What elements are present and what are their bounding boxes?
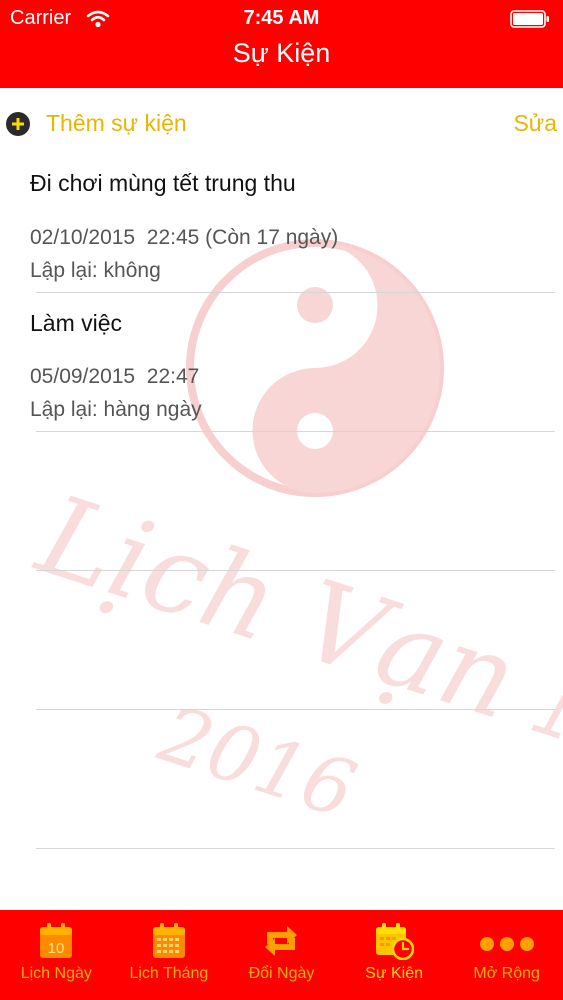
divider <box>36 848 555 849</box>
event-datetime: 02/10/2015 22:45 (Còn 17 ngày) <box>30 226 339 249</box>
calendar-day-number: 10 <box>48 940 65 957</box>
divider <box>36 570 555 571</box>
divider <box>36 709 555 710</box>
tab-label: Đổi Ngày <box>248 965 315 982</box>
add-event-button[interactable]: Thêm sự kiện <box>46 110 187 137</box>
event-datetime: 05/09/2015 22:47 <box>30 365 200 388</box>
tab-label: Mở Rộng <box>473 965 540 982</box>
more-dots-icon <box>479 937 534 951</box>
tab-label: Lịch Ngày <box>20 965 92 982</box>
event-repeat: Lập lại: không <box>30 259 161 282</box>
event-repeat: Lập lại: hàng ngày <box>30 398 202 421</box>
tab-doi-ngay[interactable]: Đổi Ngày <box>225 910 338 1000</box>
calendar-month-icon <box>152 923 185 958</box>
calendar-clock-icon <box>376 923 415 960</box>
top-bar: Carrier 7:45 AM Sự Kiện <box>0 0 563 88</box>
add-event-icon[interactable] <box>6 112 30 136</box>
status-time: 7:45 AM <box>243 7 320 29</box>
event-title: Đi chơi mùng tết trung thu <box>30 170 296 196</box>
tab-label: Sự Kiện <box>365 965 423 982</box>
tab-su-kien[interactable]: Sự Kiện <box>338 910 451 1000</box>
list-item[interactable]: Làm việc 05/09/2015 22:47 Lập lại: hàng … <box>0 299 563 431</box>
event-title: Làm việc <box>30 310 123 336</box>
tab-lich-thang[interactable]: Lịch Tháng <box>113 910 226 1000</box>
status-bar: Carrier 7:45 AM <box>0 0 563 38</box>
page-title: Sự Kiện <box>232 38 331 68</box>
divider <box>36 292 555 293</box>
swap-arrows-icon <box>265 926 298 956</box>
battery-icon <box>510 10 549 28</box>
calendar-day-icon: 10 <box>40 923 73 958</box>
edit-button[interactable]: Sửa <box>513 110 557 137</box>
tab-mo-rong[interactable]: Mở Rộng <box>450 910 563 1000</box>
tab-lich-ngay[interactable]: 10 Lịch Ngày <box>0 910 113 1000</box>
svg-text:2016: 2016 <box>148 689 366 836</box>
tab-label: Lịch Tháng <box>129 965 209 982</box>
tab-bar: 10 Lịch Ngày Lịch Tháng Đổi Ngày Sự Kiện… <box>0 910 563 1000</box>
list-item[interactable]: Đi chơi mùng tết trung thu 02/10/2015 22… <box>0 160 563 292</box>
divider <box>36 431 555 432</box>
